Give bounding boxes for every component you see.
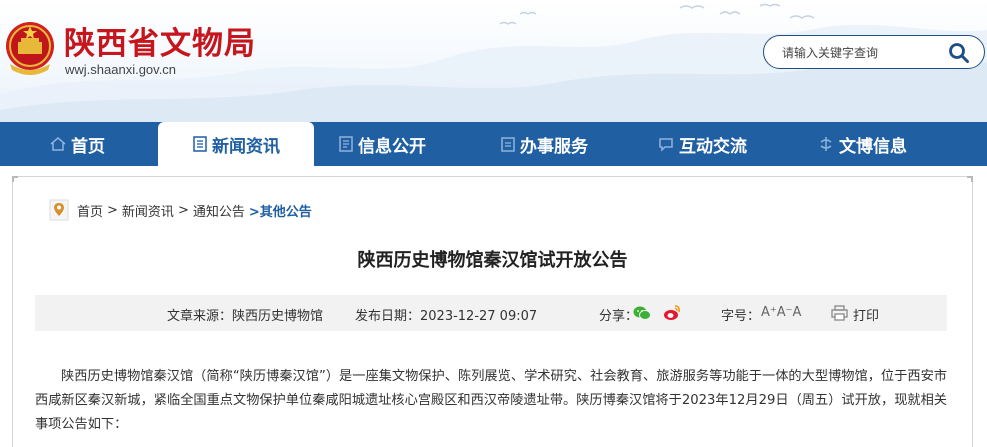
- breadcrumb-separator: >: [177, 202, 189, 218]
- article-date: 发布日期：2023-12-27 09:07: [355, 309, 538, 324]
- location-pin-icon: [49, 199, 69, 221]
- print-icon[interactable]: [831, 305, 848, 321]
- main-nav: 首页 新闻资讯 信息公开 办事服务 互动交流 文博信息: [0, 122, 987, 166]
- article-container: 首页 > 新闻资讯 > 通知公告 >其他公告 陕西历史博物馆秦汉馆试开放公告 文…: [12, 176, 973, 447]
- chat-icon: [659, 138, 673, 152]
- breadcrumb-news[interactable]: 新闻资讯: [122, 201, 174, 220]
- site-title[interactable]: 陕西省文物局: [64, 24, 256, 64]
- article-meta-bar: 文章来源：陕西历史博物馆 发布日期：2023-12-27 09:07 分享： 字…: [35, 295, 947, 331]
- nav-label-service: 办事服务: [520, 136, 588, 157]
- search-input[interactable]: [782, 44, 942, 62]
- nav-item-service[interactable]: 办事服务: [494, 122, 594, 166]
- print-link[interactable]: 打印: [853, 305, 879, 324]
- weibo-icon[interactable]: [663, 304, 681, 321]
- article-body: 陕西历史博物馆秦汉馆（简称“陕历博秦汉馆”）是一座集文物保护、陈列展览、学术研究…: [35, 365, 947, 437]
- font-size-label: 字号：: [721, 309, 761, 324]
- font-size-controls[interactable]: A⁺A⁻A: [761, 305, 801, 320]
- service-icon: [501, 137, 515, 152]
- search-box: [763, 35, 985, 69]
- nav-item-interaction[interactable]: 互动交流: [652, 122, 752, 166]
- search-icon[interactable]: [948, 42, 970, 64]
- nav-item-news[interactable]: 新闻资讯: [158, 122, 314, 166]
- national-emblem-icon: [6, 22, 54, 75]
- breadcrumb-home[interactable]: 首页: [77, 201, 103, 220]
- nav-label-culture: 文博信息: [839, 136, 907, 157]
- nav-label-home: 首页: [71, 136, 105, 157]
- home-icon: [50, 137, 66, 151]
- site-url: wwj.shaanxi.gov.cn: [65, 62, 177, 77]
- article-paragraph: 陕西历史博物馆秦汉馆（简称“陕历博秦汉馆”）是一座集文物保护、陈列展览、学术研究…: [35, 369, 947, 432]
- article-title: 陕西历史博物馆秦汉馆试开放公告: [357, 250, 628, 271]
- breadcrumb-notices[interactable]: 通知公告: [193, 201, 245, 220]
- nav-label-interaction: 互动交流: [679, 136, 747, 157]
- wechat-icon[interactable]: [633, 305, 651, 321]
- nav-label-info: 信息公开: [358, 136, 426, 157]
- document-icon: [339, 136, 353, 152]
- breadcrumb: 首页 > 新闻资讯 > 通知公告 >其他公告: [49, 199, 316, 221]
- nav-item-home[interactable]: 首页: [42, 122, 112, 166]
- corner-decoration: [12, 176, 18, 182]
- breadcrumb-current[interactable]: >其他公告: [249, 201, 312, 220]
- article-source: 文章来源：陕西历史博物馆: [167, 309, 324, 324]
- nav-label-news: 新闻资讯: [212, 136, 280, 157]
- nav-item-culture[interactable]: 文博信息: [812, 122, 912, 166]
- breadcrumb-separator: >: [107, 202, 118, 218]
- nav-item-info[interactable]: 信息公开: [326, 122, 438, 166]
- site-header: 陕西省文物局 wwj.shaanxi.gov.cn: [0, 0, 987, 122]
- corner-decoration: [967, 176, 973, 182]
- culture-icon: [820, 137, 832, 151]
- news-icon: [193, 136, 207, 152]
